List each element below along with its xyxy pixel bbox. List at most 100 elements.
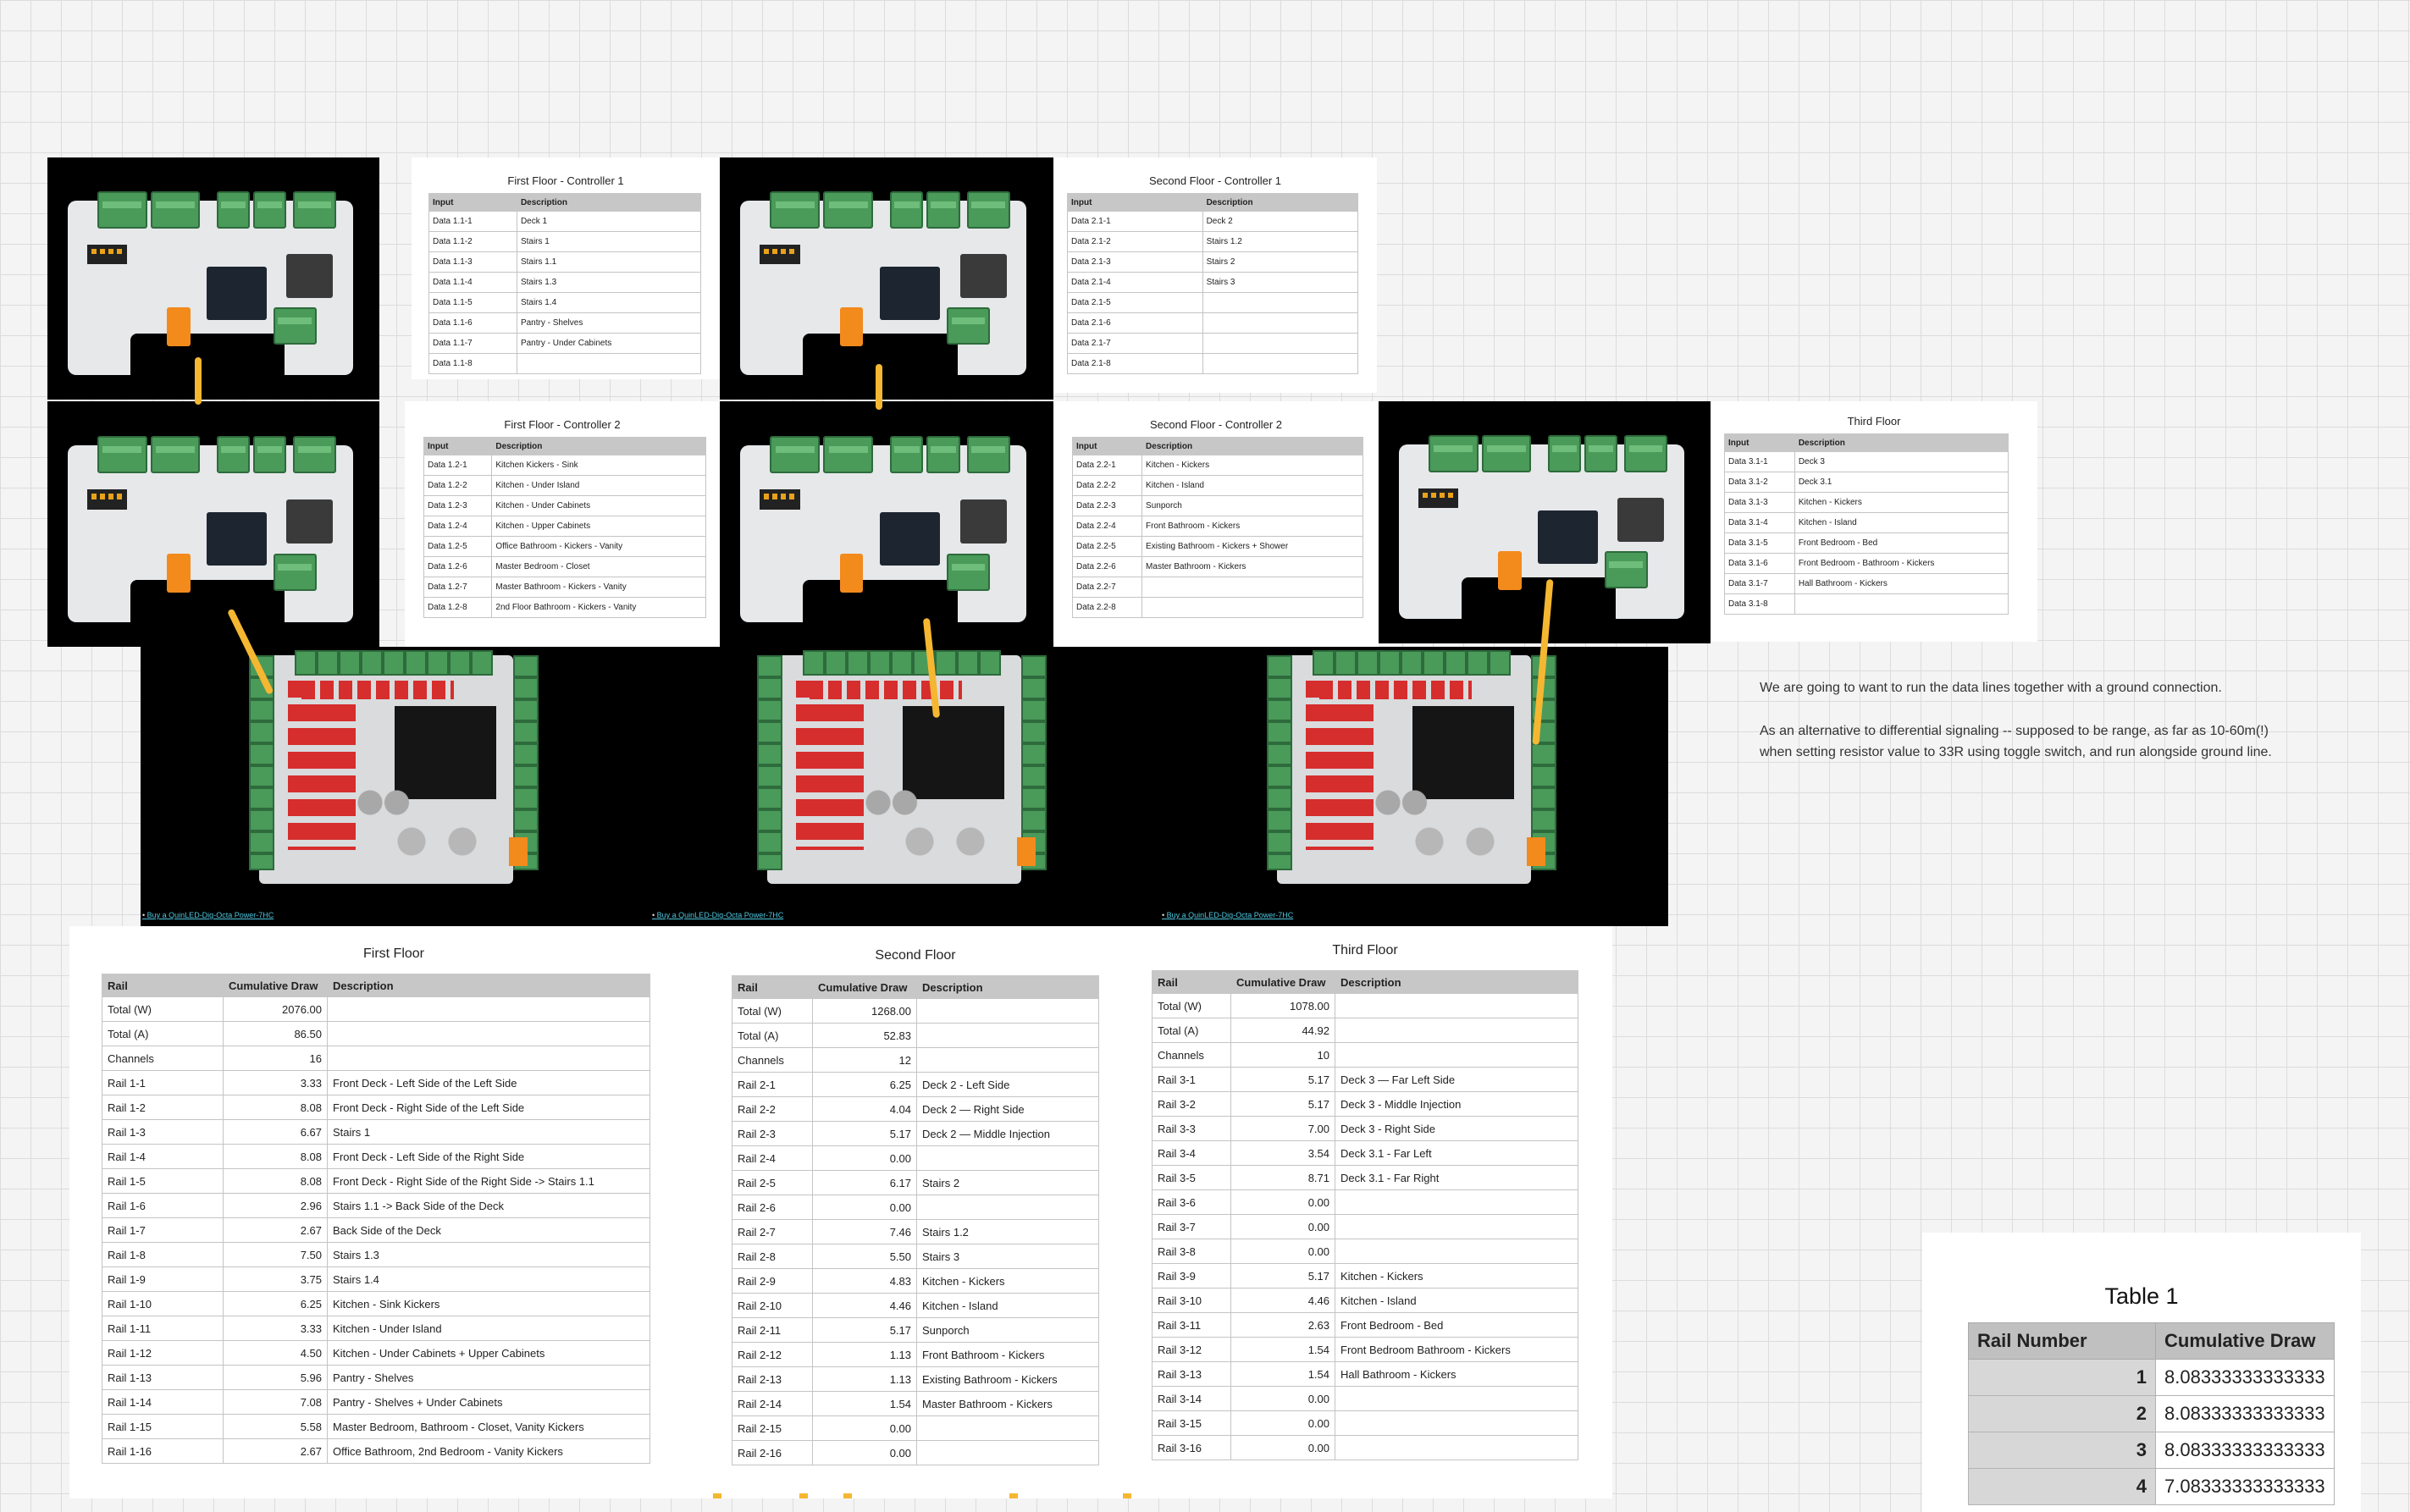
table-row: Data 1.2-2 Kitchen - Under Island [423,475,706,496]
power-board-photo-3 [1243,647,1582,892]
floor-table-title-third: Third Floor [1332,943,1398,957]
controller-table-title: First Floor - Controller 2 [504,418,621,431]
power-board-strip: Buy a QuinLED-Dig-Octa Power-7HC Buy a Q… [141,647,1668,926]
table-row: Rail 2-9 4.83 Kitchen - Kickers [732,1268,1099,1294]
table-row: Rail 3-4 3.54 Deck 3.1 - Far Left [1152,1140,1578,1166]
table-row: Rail 2-1 6.25 Deck 2 - Left Side [732,1072,1099,1097]
table-row: 2 8.08333333333333 [1968,1395,2335,1432]
controller-table-title: Second Floor - Controller 2 [1149,418,1283,431]
table-row: Data 1.1-7 Pantry - Under Cabinets [428,333,702,354]
table-row: Data 2.1-6 [1067,312,1359,334]
controller-table-title: First Floor - Controller 1 [507,174,624,187]
power-board-photo-2 [733,647,1072,892]
table-row: Rail 3-5 8.71 Deck 3.1 - Far Right [1152,1165,1578,1190]
table-row: Rail 1-3 6.67 Stairs 1 [102,1119,650,1145]
table-row: Rail 1-5 8.08 Front Deck - Right Side of t… [102,1168,650,1194]
table-row: Rail 3-10 4.46 Kitchen - Island [1152,1288,1578,1313]
controller-table-first-floor-1: First Floor - Controller 1 Input Descript… [412,157,720,379]
table-row: Data 2.2-2 Kitchen - Island [1071,475,1363,496]
table-row: Data 1.1-4 Stairs 1.3 [428,272,702,293]
table-row: Data 2.2-5 Existing Bathroom - Kickers + … [1071,536,1363,557]
table-row: Rail 3-3 7.00 Deck 3 - Right Side [1152,1116,1578,1141]
table-row: Rail 3-16 0.00 [1152,1435,1578,1460]
table-row: 4 7.08333333333333 [1968,1468,2335,1505]
controller-photo-1-1 [47,157,379,400]
wire-fragment [799,1493,808,1498]
table-row: Rail 1-14 7.08 Pantry - Shelves + Under Ca… [102,1389,650,1415]
controller-table-second-floor-1: Second Floor - Controller 1 Input Descrip… [1053,157,1377,393]
table-row: Data 1.2-3 Kitchen - Under Cabinets [423,495,706,516]
controller-photo-1-2 [47,401,379,647]
table-row: Rail 1-12 4.50 Kitchen - Under Cabinets + … [102,1340,650,1366]
table-row: Rail 2-16 0.00 [732,1440,1099,1465]
controller-table-title: Second Floor - Controller 1 [1148,174,1282,187]
table-row: Total (A) 52.83 [732,1023,1099,1048]
data-wire [876,364,882,410]
table-row: Rail 3-6 0.00 [1152,1189,1578,1215]
table-row: Data 1.1-5 Stairs 1.4 [428,292,702,313]
table-row: Rail 1-10 6.25 Kitchen - Sink Kickers [102,1291,650,1316]
table-row: Data 3.1-6 Front Bedroom - Bathroom - Kic… [1724,553,2009,574]
table-row: Rail 1-7 2.67 Back Side of the Deck [102,1217,650,1243]
note-text-2: As an alternative to differential signal… [1760,724,2269,738]
table-row: Data 1.2-4 Kitchen - Upper Cabinets [423,516,706,537]
buy-link-1[interactable]: Buy a QuinLED-Dig-Octa Power-7HC [142,911,274,919]
table-row: Total (W) 1078.00 [1152,993,1578,1018]
table-row: Data 1.2-5 Office Bathroom - Kickers - Va… [423,536,706,557]
table-row: Data 1.2-1 Kitchen Kickers - Sink [423,455,706,476]
buy-link-3[interactable]: Buy a QuinLED-Dig-Octa Power-7HC [1162,911,1294,919]
buy-link-2[interactable]: Buy a QuinLED-Dig-Octa Power-7HC [652,911,784,919]
table-row: Data 1.2-6 Master Bedroom - Closet [423,556,706,577]
table-row: Data 2.2-8 [1071,597,1363,618]
table-row: Data 3.1-7 Hall Bathroom - Kickers [1724,573,2009,594]
controller-table-first-floor-2: First Floor - Controller 2 Input Descript… [405,401,720,647]
table-1: Rail Number Cumulative Draw 1 8.0833333333… [1968,1322,2335,1505]
table-row: Rail 3-2 5.17 Deck 3 - Middle Injection [1152,1091,1578,1117]
table-row: Data 1.1-1 Deck 1 [428,211,702,232]
wire-fragment [1009,1493,1018,1498]
note-text-3: when setting resistor value to 33R using… [1760,745,2272,759]
table-row: Data 2.2-6 Master Bathroom - Kickers [1071,556,1363,577]
table-row: Data 2.1-8 [1067,353,1359,374]
table-row: Rail 2-3 5.17 Deck 2 — Middle Injection [732,1121,1099,1146]
table-row: Rail 1-9 3.75 Stairs 1.4 [102,1266,650,1292]
table-row: Rail 3-15 0.00 [1152,1410,1578,1436]
table-row: Rail 2-11 5.17 Sunporch [732,1317,1099,1343]
table-row: Rail 1-11 3.33 Kitchen - Under Island [102,1316,650,1341]
table-row: Total (W) 2076.00 [102,996,650,1022]
data-wire [195,357,202,405]
table-row: Channels 10 [1152,1042,1578,1068]
table-row: Data 2.2-7 [1071,577,1363,598]
controller-photo-2-1 [720,157,1053,400]
table-row: Rail 1-8 7.50 Stairs 1.3 [102,1242,650,1267]
floor-table-second: Rail Cumulative Draw Description Total (W)… [732,975,1099,1465]
table-row: Channels 16 [102,1046,650,1071]
table-1-title: Table 1 [2104,1283,2179,1309]
table-row: Rail 3-12 1.54 Front Bedroom Bathroom - Ki… [1152,1337,1578,1362]
table-row: Data 2.1-2 Stairs 1.2 [1067,231,1359,252]
table-row: Data 2.2-4 Front Bathroom - Kickers [1071,516,1363,537]
table-row: Data 2.1-4 Stairs 3 [1067,272,1359,293]
table-row: Data 2.1-7 [1067,333,1359,354]
table-row: Rail 1-1 3.33 Front Deck - Left Side of th… [102,1070,650,1095]
table-row: Data 3.1-4 Kitchen - Island [1724,512,2009,533]
table-row: Data 1.2-8 2nd Floor Bathroom - Kickers -… [423,597,706,618]
table-row: Data 2.2-1 Kitchen - Kickers [1071,455,1363,476]
table-1-card: Table 1 Rail Number Cumulative Draw 1 8.08… [1922,1233,2361,1512]
table-row: Rail 1-15 5.58 Master Bedroom, Bathroom - … [102,1414,650,1439]
table-row: Rail 2-10 4.46 Kitchen - Island [732,1293,1099,1318]
table-row: Rail 2-15 0.00 [732,1415,1099,1441]
wire-fragment [1123,1493,1131,1498]
table-row: 3 8.08333333333333 [1968,1432,2335,1469]
table-row: Rail 1-2 8.08 Front Deck - Right Side of t… [102,1095,650,1120]
table-row: Rail 2-5 6.17 Stairs 2 [732,1170,1099,1195]
table-row: Data 2.2-3 Sunporch [1071,495,1363,516]
table-row: Data 1.2-7 Master Bathroom - Kickers - Va… [423,577,706,598]
controller-photo-2-2 [720,401,1053,647]
controller-table-title: Third Floor [1847,415,1901,428]
table-row: Rail 3-1 5.17 Deck 3 — Far Left Side [1152,1067,1578,1092]
table-row: Rail 1-4 8.08 Front Deck - Left Side of th… [102,1144,650,1169]
table-row: Rail 2-14 1.54 Master Bathroom - Kickers [732,1391,1099,1416]
table-row: Rail 1-6 2.96 Stairs 1.1 -> Back Side of t… [102,1193,650,1218]
table-row: Rail 1-16 2.67 Office Bathroom, 2nd Bedroo… [102,1438,650,1464]
